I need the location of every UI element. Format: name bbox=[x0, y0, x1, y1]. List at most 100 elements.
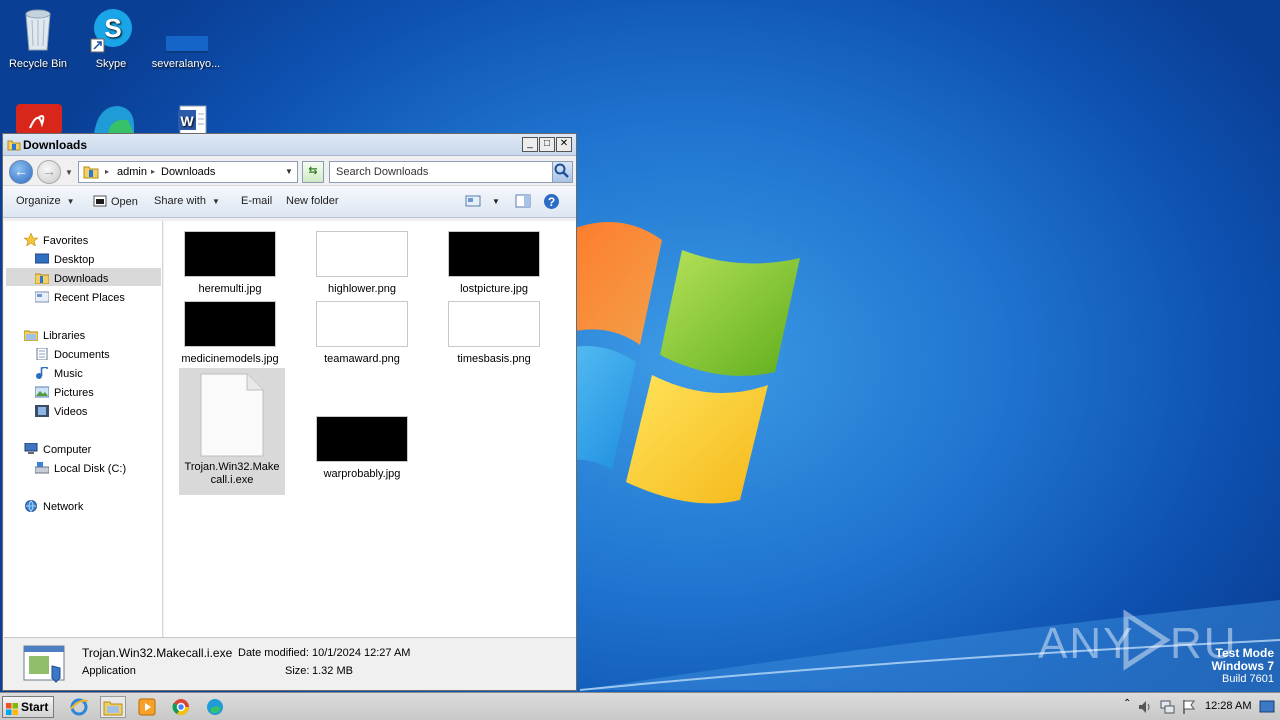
arrow-right-icon: → bbox=[42, 163, 56, 179]
test-mode-watermark: Test Mode Windows 7 Build 7601 bbox=[1211, 647, 1274, 686]
chevron-down-icon: ▼ bbox=[211, 197, 220, 206]
file-item[interactable]: heremulti.jpg bbox=[178, 231, 282, 296]
desktop-icon-recycle-bin[interactable]: Recycle Bin bbox=[0, 6, 76, 70]
details-date-label: Date modified: bbox=[238, 647, 309, 659]
file-item[interactable]: warprobably.jpg bbox=[310, 416, 414, 481]
share-with-label: Share with bbox=[154, 195, 206, 207]
change-view-icon[interactable] bbox=[465, 194, 481, 211]
nav-item-local-disk[interactable]: Local Disk (C:) bbox=[34, 460, 127, 478]
window-titlebar[interactable]: Downloads _ □ ✕ bbox=[3, 134, 576, 156]
details-filename: Trojan.Win32.Makecall.i.exe bbox=[82, 646, 233, 660]
back-button[interactable]: ← bbox=[9, 160, 33, 184]
details-date-value: 10/1/2024 12:27 AM bbox=[312, 647, 411, 659]
details-size-value: 1.32 MB bbox=[312, 665, 353, 677]
image-thumbnail bbox=[316, 231, 408, 277]
star-icon bbox=[23, 232, 39, 247]
details-file-type: Application bbox=[82, 665, 136, 677]
nav-item-documents[interactable]: Documents bbox=[35, 346, 110, 364]
organize-button[interactable]: Organize ▼ bbox=[16, 195, 75, 207]
chevron-down-icon: ▼ bbox=[66, 197, 75, 206]
nav-item-label: Network bbox=[43, 501, 84, 513]
nav-item-recent-places[interactable]: Recent Places bbox=[34, 289, 125, 307]
window-title: Downloads bbox=[23, 138, 88, 152]
address-bar[interactable]: ▸ admin ▸ Downloads ▼ bbox=[78, 161, 298, 183]
search-icon[interactable] bbox=[552, 162, 572, 182]
network-status-icon[interactable] bbox=[1159, 699, 1175, 718]
nav-item-desktop[interactable]: Desktop bbox=[34, 251, 94, 269]
nav-item-videos[interactable]: Videos bbox=[35, 403, 87, 421]
file-explorer-icon[interactable] bbox=[100, 696, 126, 718]
file-item[interactable]: medicinemodels.jpg bbox=[178, 301, 282, 366]
help-icon[interactable]: ? bbox=[543, 193, 560, 213]
file-item[interactable]: lostpicture.jpg bbox=[442, 231, 546, 296]
forward-button[interactable]: → bbox=[37, 160, 61, 184]
action-center-flag-icon[interactable] bbox=[1181, 699, 1197, 718]
file-name: heremulti.jpg bbox=[198, 283, 262, 295]
media-player-icon[interactable] bbox=[134, 696, 160, 718]
file-item[interactable]: timesbasis.png bbox=[442, 301, 546, 366]
executable-file-icon bbox=[199, 373, 265, 457]
nav-item-label: Libraries bbox=[43, 330, 86, 342]
file-name: timesbasis.png bbox=[457, 353, 531, 365]
desktop-icon-label: Skype bbox=[95, 58, 127, 70]
refresh-button[interactable]: ⇆ bbox=[302, 161, 324, 183]
desktop-icon-severalanyo[interactable]: severalanyo... bbox=[148, 6, 224, 70]
image-thumbnail bbox=[316, 416, 408, 462]
explorer-window[interactable]: Downloads _ □ ✕ ← → ▼ ▸ admin ▸ Download… bbox=[2, 133, 577, 691]
nav-item-libraries[interactable]: Libraries bbox=[23, 327, 86, 345]
chrome-icon[interactable] bbox=[168, 696, 194, 718]
file-name: medicinemodels.jpg bbox=[181, 353, 279, 365]
file-item-selected[interactable]: Trojan.Win32.Make call.i.exe bbox=[180, 373, 284, 487]
nav-item-music[interactable]: Music bbox=[35, 365, 83, 383]
new-folder-button[interactable]: New folder bbox=[286, 195, 339, 207]
volume-icon[interactable] bbox=[1137, 699, 1153, 718]
maximize-button[interactable]: □ bbox=[539, 137, 555, 152]
breadcrumb-admin[interactable]: admin bbox=[117, 162, 147, 182]
file-icon bbox=[162, 6, 210, 54]
tray-expand-icon[interactable]: ⌃ bbox=[1123, 698, 1131, 709]
edge-icon[interactable] bbox=[202, 696, 228, 718]
desktop-icon-skype[interactable]: S Skype bbox=[73, 6, 149, 70]
search-input[interactable]: Search Downloads bbox=[329, 161, 573, 183]
svg-text:S: S bbox=[104, 13, 121, 43]
taskbar: Start ⌃ 12:28 AM bbox=[0, 692, 1280, 720]
file-name: Trojan.Win32.Make call.i.exe bbox=[180, 461, 284, 487]
music-icon bbox=[35, 366, 49, 379]
address-bar-row: ← → ▼ ▸ admin ▸ Downloads ▼ ⇆ Search Dow… bbox=[3, 156, 576, 186]
search-placeholder: Search Downloads bbox=[336, 166, 429, 178]
nav-item-label: Local Disk (C:) bbox=[54, 463, 127, 475]
view-dropdown-icon[interactable]: ▼ bbox=[492, 197, 500, 206]
internet-explorer-icon[interactable] bbox=[66, 696, 92, 718]
file-name: warprobably.jpg bbox=[323, 468, 401, 480]
details-size-label: Size: bbox=[285, 665, 310, 677]
network-icon bbox=[24, 500, 38, 513]
recent-places-icon bbox=[34, 291, 50, 303]
email-button[interactable]: E-mail bbox=[241, 195, 272, 207]
clock[interactable]: 12:28 AM bbox=[1205, 700, 1251, 712]
preview-pane-icon[interactable] bbox=[515, 194, 531, 211]
desktop-icon-label: severalanyo... bbox=[151, 58, 221, 70]
nav-item-favorites[interactable]: Favorites bbox=[23, 232, 88, 250]
nav-item-pictures[interactable]: Pictures bbox=[34, 384, 94, 402]
desktop-icon bbox=[34, 253, 50, 265]
start-button[interactable]: Start bbox=[2, 696, 54, 718]
nav-item-downloads[interactable]: Downloads bbox=[34, 270, 108, 288]
breadcrumb-downloads[interactable]: Downloads bbox=[161, 162, 215, 182]
navigation-pane: Favorites Desktop Downloads Recent Place… bbox=[4, 221, 163, 637]
svg-text:W: W bbox=[180, 113, 194, 129]
share-with-button[interactable]: Share with ▼ bbox=[154, 195, 220, 207]
recycle-bin-icon bbox=[14, 6, 62, 54]
arrow-left-icon: ← bbox=[14, 163, 28, 179]
file-list[interactable]: heremulti.jpg highlower.png lostpicture.… bbox=[164, 221, 576, 637]
address-dropdown-icon[interactable]: ▼ bbox=[285, 162, 293, 182]
file-item[interactable]: highlower.png bbox=[310, 231, 414, 296]
nav-item-computer[interactable]: Computer bbox=[24, 441, 91, 459]
minimize-button[interactable]: _ bbox=[522, 137, 538, 152]
windows-logo-icon bbox=[6, 701, 18, 715]
open-button[interactable]: Open bbox=[93, 195, 138, 208]
recent-pages-dropdown[interactable]: ▼ bbox=[65, 168, 73, 177]
show-desktop-icon[interactable] bbox=[1259, 698, 1275, 719]
close-button[interactable]: ✕ bbox=[556, 137, 572, 152]
nav-item-network[interactable]: Network bbox=[24, 498, 83, 516]
file-item[interactable]: teamaward.png bbox=[310, 301, 414, 366]
